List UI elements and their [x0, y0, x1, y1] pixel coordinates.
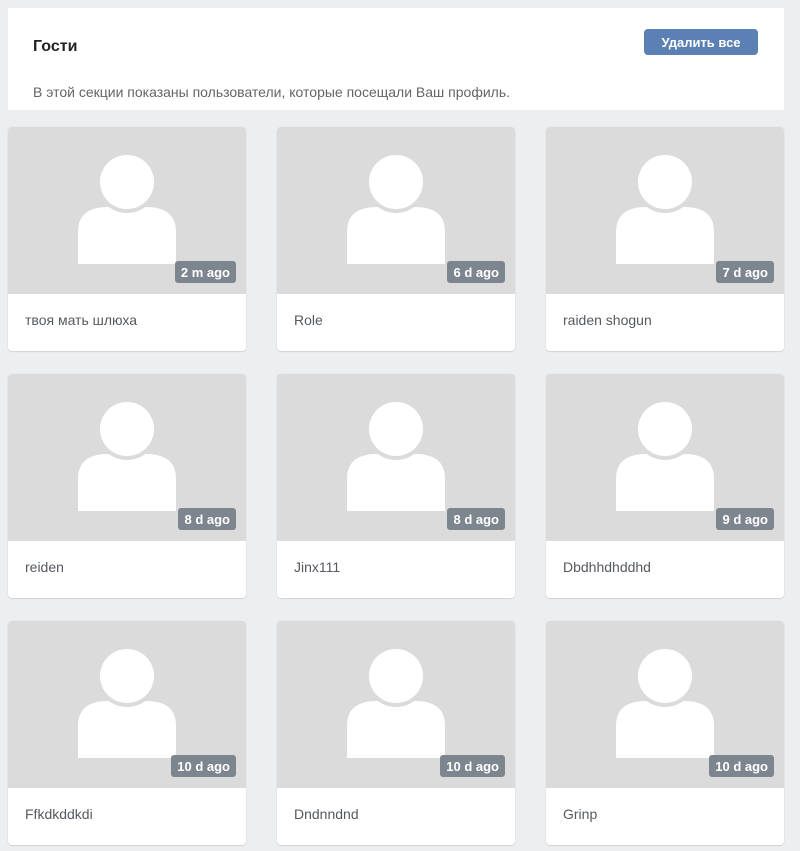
- guest-name[interactable]: Role: [294, 312, 323, 328]
- guest-card[interactable]: 7 d ago raiden shogun: [546, 127, 784, 351]
- visit-time-badge: 6 d ago: [447, 261, 505, 283]
- guest-name[interactable]: reiden: [25, 559, 64, 575]
- guest-card[interactable]: 2 m ago твоя мать шлюха: [8, 127, 246, 351]
- guest-name[interactable]: Ffkdkddkdi: [25, 806, 93, 822]
- guest-card[interactable]: 9 d ago Dbdhhdhddhd: [546, 374, 784, 598]
- guest-card[interactable]: 10 d ago Ffkdkddkdi: [8, 621, 246, 845]
- guests-grid: 2 m ago твоя мать шлюха 6 d ago Role 7 d…: [8, 127, 784, 845]
- visit-time-badge: 10 d ago: [440, 755, 505, 777]
- guest-name[interactable]: raiden shogun: [563, 312, 652, 328]
- page-title: Гости: [33, 38, 78, 55]
- guest-card[interactable]: 6 d ago Role: [277, 127, 515, 351]
- guest-card[interactable]: 8 d ago Jinx111: [277, 374, 515, 598]
- visit-time-badge: 2 m ago: [174, 261, 236, 283]
- guest-name[interactable]: твоя мать шлюха: [25, 312, 137, 328]
- visit-time-badge: 8 d ago: [178, 508, 236, 530]
- visit-time-badge: 7 d ago: [716, 261, 774, 283]
- guest-card[interactable]: 10 d ago Dndnndnd: [277, 621, 515, 845]
- section-description: В этой секции показаны пользователи, кот…: [33, 84, 511, 100]
- visit-time-badge: 10 d ago: [171, 755, 236, 777]
- visit-time-badge: 8 d ago: [447, 508, 505, 530]
- visit-time-badge: 10 d ago: [709, 755, 774, 777]
- guest-name[interactable]: Grinp: [563, 806, 597, 822]
- guests-header: Гости В этой секции показаны пользовател…: [8, 8, 784, 110]
- visit-time-badge: 9 d ago: [716, 508, 774, 530]
- guest-name[interactable]: Jinx111: [294, 559, 340, 575]
- delete-all-button[interactable]: Удалить все: [644, 29, 758, 55]
- guest-card[interactable]: 10 d ago Grinp: [546, 621, 784, 845]
- guest-name[interactable]: Dndnndnd: [294, 806, 359, 822]
- guest-name[interactable]: Dbdhhdhddhd: [563, 559, 651, 575]
- guest-card[interactable]: 8 d ago reiden: [8, 374, 246, 598]
